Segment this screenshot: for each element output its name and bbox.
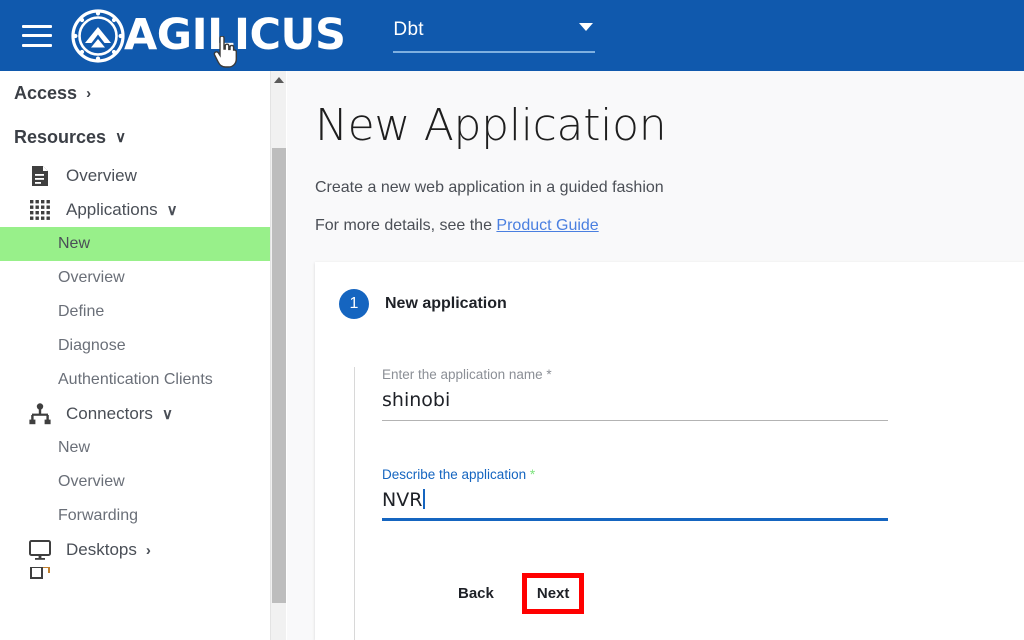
- sidebar-item-applications-overview[interactable]: Overview: [0, 261, 270, 295]
- sidebar-item-applications-new[interactable]: New: [0, 227, 270, 261]
- hamburger-menu-icon[interactable]: [22, 24, 52, 47]
- sidebar-item-applications[interactable]: Applications ∨: [0, 193, 270, 227]
- sidebar-item-label: Applications: [66, 200, 158, 219]
- organisation-value: Dbt: [393, 18, 424, 40]
- application-description-input[interactable]: NVR: [382, 489, 888, 521]
- scrollbar-thumb[interactable]: [272, 148, 286, 603]
- organisation-selector[interactable]: Dbt: [393, 18, 596, 53]
- sidebar-item-overview[interactable]: Overview: [0, 159, 270, 193]
- scroll-up-triangle: [274, 76, 284, 83]
- application-description-label: Describe the application *: [382, 467, 1024, 482]
- sidebar-child-label: Authentication Clients: [58, 371, 213, 388]
- sidebar-item-applications-define[interactable]: Define: [0, 295, 270, 329]
- step-body: Enter the application name * shinobi ? D…: [354, 367, 1024, 640]
- application-description-label-text: Describe the application: [382, 467, 527, 482]
- sidebar-scrollbar[interactable]: [270, 71, 286, 640]
- sidebar-item-applications-diagnose[interactable]: Diagnose: [0, 329, 270, 363]
- sidebar-navigation: Access › Resources ∨ Overview Applicatio…: [0, 71, 270, 640]
- step-number-badge: 1: [339, 289, 369, 319]
- page-subtitle: Create a new web application in a guided…: [315, 179, 664, 196]
- application-name-label-text: Enter the application name: [382, 367, 543, 382]
- sidebar-item-partial[interactable]: [0, 567, 270, 585]
- sidebar-child-label: Overview: [58, 269, 125, 286]
- required-asterisk: *: [546, 367, 552, 382]
- sidebar-root-label: Resources: [14, 126, 107, 147]
- application-name-label: Enter the application name *: [382, 367, 1024, 382]
- new-application-card: 1 New application Enter the application …: [315, 262, 1024, 640]
- sidebar-child-label: Diagnose: [58, 337, 126, 354]
- wizard-button-row: Back Next: [382, 573, 1024, 614]
- page-title: New Application: [315, 100, 667, 151]
- sidebar-item-connectors-forwarding[interactable]: Forwarding: [0, 499, 270, 533]
- sidebar-root-label: Access: [14, 82, 78, 103]
- chevron-right-icon: ›: [86, 84, 92, 102]
- application-name-field: Enter the application name * shinobi ?: [382, 367, 1024, 421]
- sidebar-child-label: Overview: [58, 473, 125, 490]
- chevron-down-icon: ∨: [115, 129, 127, 146]
- application-description-value: NVR: [382, 489, 423, 511]
- sidebar-child-label: Forwarding: [58, 507, 139, 524]
- step-title: New application: [385, 295, 507, 312]
- grid-apps-icon: [28, 198, 52, 222]
- sidebar-item-label: Desktops: [66, 540, 137, 559]
- next-button-highlight: Next: [521, 573, 585, 614]
- main-content: New Application Create a new web applica…: [287, 71, 1024, 640]
- application-description-field: Describe the application * NVR ?: [382, 467, 1024, 521]
- application-name-input[interactable]: shinobi: [382, 389, 888, 421]
- text-cursor: [423, 489, 426, 509]
- sidebar-child-label: New: [58, 439, 91, 456]
- monitor-icon: [28, 538, 52, 562]
- connector-node-icon: [28, 402, 52, 426]
- sidebar-child-label: Define: [58, 303, 105, 320]
- page-more-details: For more details, see the Product Guide: [315, 217, 1024, 235]
- hamburger-bar: [22, 24, 52, 28]
- brand-logo[interactable]: AGILICUS: [70, 8, 346, 64]
- share-icon: [28, 567, 52, 585]
- chevron-down-icon: ∨: [166, 202, 178, 219]
- sidebar-item-connectors[interactable]: Connectors ∨: [0, 397, 270, 431]
- sidebar-item-desktops[interactable]: Desktops ›: [0, 533, 270, 567]
- hamburger-bar: [22, 34, 52, 37]
- step-header: 1 New application: [315, 262, 1024, 319]
- more-details-text: For more details, see the: [315, 217, 497, 234]
- product-guide-link[interactable]: Product Guide: [496, 217, 598, 234]
- sidebar-item-connectors-new[interactable]: New: [0, 431, 270, 465]
- chevron-down-icon: [579, 22, 594, 31]
- back-button[interactable]: Back: [444, 576, 508, 611]
- sidebar-item-applications-authentication-clients[interactable]: Authentication Clients: [0, 363, 270, 397]
- agilicus-logo-icon: [71, 8, 125, 63]
- document-icon: [28, 164, 52, 188]
- scroll-up-arrow-icon[interactable]: [271, 71, 287, 88]
- sidebar-root-access[interactable]: Access ›: [14, 71, 256, 115]
- brand-name: AGILICUS: [124, 10, 346, 60]
- chevron-down-icon: ∨: [161, 406, 173, 423]
- sidebar-child-label: New: [58, 235, 91, 252]
- sidebar-item-connectors-overview[interactable]: Overview: [0, 465, 270, 499]
- app-header: AGILICUS Dbt: [0, 0, 1024, 71]
- required-asterisk: *: [529, 467, 536, 482]
- sidebar-root-resources[interactable]: Resources ∨: [14, 115, 256, 159]
- next-button[interactable]: Next: [537, 585, 570, 602]
- chevron-right-icon: ›: [145, 541, 151, 559]
- hamburger-bar: [22, 43, 52, 47]
- sidebar-item-label: Overview: [66, 166, 137, 185]
- sidebar-item-label: Connectors: [66, 404, 153, 423]
